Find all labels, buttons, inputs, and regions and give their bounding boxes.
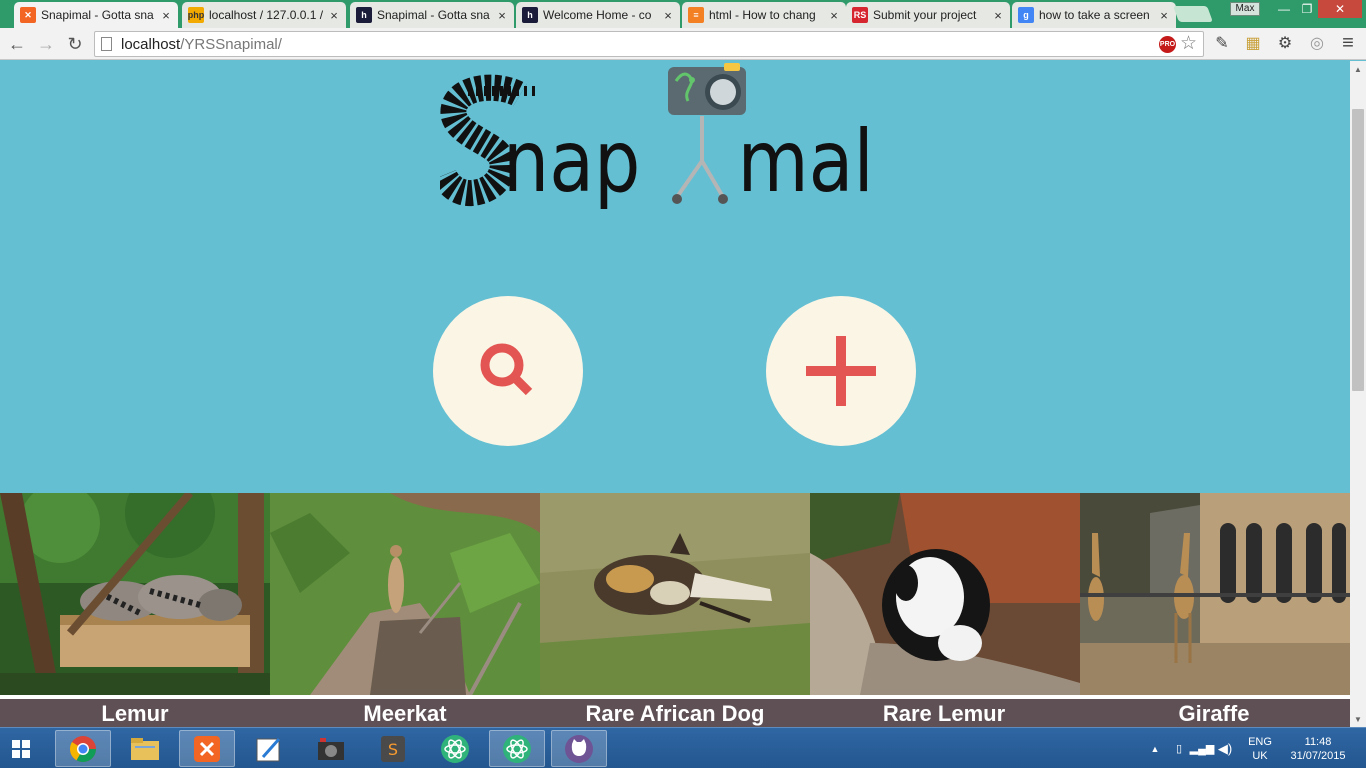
plus-icon bbox=[806, 336, 876, 406]
caption-giraffe[interactable]: Giraffe bbox=[1079, 699, 1349, 727]
close-icon[interactable]: × bbox=[828, 8, 840, 23]
tab-title: html - How to chang bbox=[709, 8, 816, 22]
github-icon[interactable] bbox=[551, 730, 607, 767]
network-icon[interactable]: ▂▄▆ bbox=[1190, 728, 1215, 768]
file-explorer-icon[interactable] bbox=[117, 730, 173, 767]
tab-welcome-home[interactable]: h Welcome Home - co × bbox=[516, 2, 680, 28]
ruler-icon[interactable]: ▦ bbox=[1243, 33, 1263, 53]
logo-text-nap: nap bbox=[503, 111, 641, 211]
caption-lemur[interactable]: Lemur bbox=[0, 699, 270, 727]
african-dog-photo[interactable] bbox=[540, 493, 810, 695]
tab-submit-project[interactable]: RS Submit your project × bbox=[846, 2, 1010, 28]
battery-icon[interactable]: ▯ bbox=[1168, 728, 1190, 768]
atom-icon[interactable] bbox=[427, 730, 483, 767]
tab-title: localhost / 127.0.0.1 / bbox=[209, 8, 324, 22]
tab-title: Welcome Home - co bbox=[543, 8, 652, 22]
animal-gallery bbox=[0, 493, 1350, 695]
tab-title: Snapimal - Gotta sna bbox=[41, 8, 154, 22]
clock[interactable]: 11:48 31/07/2015 bbox=[1282, 728, 1354, 768]
url-text: localhost/YRSSnapimal/ bbox=[121, 36, 282, 53]
chrome-icon[interactable] bbox=[55, 730, 111, 767]
giraffe-photo[interactable] bbox=[1080, 493, 1350, 695]
close-icon[interactable]: × bbox=[496, 8, 508, 23]
svg-text:S: S bbox=[388, 740, 398, 759]
add-button[interactable] bbox=[766, 296, 916, 446]
page-viewport: nap mal Lemur Meerkat Rare African Dog R… bbox=[0, 61, 1350, 727]
back-icon[interactable]: ← bbox=[5, 32, 29, 56]
lemur-photo[interactable] bbox=[0, 493, 270, 695]
settings-icon[interactable]: ⚙ bbox=[1275, 33, 1295, 53]
tab-snapimal[interactable]: h Snapimal - Gotta sna × bbox=[350, 2, 514, 28]
scroll-thumb[interactable] bbox=[1352, 109, 1364, 391]
scroll-up-icon[interactable]: ▲ bbox=[1350, 61, 1366, 77]
start-icon[interactable] bbox=[10, 738, 32, 760]
reload-icon[interactable]: ↻ bbox=[63, 32, 87, 56]
language-indicator[interactable]: ENG UK bbox=[1244, 728, 1276, 768]
rare-lemur-photo[interactable] bbox=[810, 493, 1080, 695]
caption-rare-lemur[interactable]: Rare Lemur bbox=[809, 699, 1079, 727]
pro-extension-icon[interactable]: PRO bbox=[1159, 36, 1176, 53]
atom-icon[interactable] bbox=[489, 730, 545, 767]
tab-phpmyadmin[interactable]: php localhost / 127.0.0.1 / × bbox=[182, 2, 346, 28]
tab-title: Submit your project bbox=[873, 8, 977, 22]
tray-expand-icon[interactable]: ▲ bbox=[1148, 728, 1162, 768]
caption-african-dog[interactable]: Rare African Dog bbox=[540, 699, 810, 727]
phpmyadmin-icon: php bbox=[188, 7, 204, 23]
close-icon[interactable]: × bbox=[662, 8, 674, 23]
close-icon[interactable]: × bbox=[328, 8, 340, 23]
search-icon bbox=[480, 343, 533, 396]
close-window-icon[interactable]: ✕ bbox=[1318, 0, 1362, 18]
h-icon: h bbox=[356, 7, 372, 23]
tab-google-search[interactable]: g how to take a screen × bbox=[1012, 2, 1176, 28]
xampp-icon[interactable] bbox=[179, 730, 235, 767]
extension-icon[interactable]: ◎ bbox=[1307, 33, 1327, 53]
tab-snapimal-active[interactable]: ✕ Snapimal - Gotta sna × bbox=[14, 2, 178, 28]
new-tab-button[interactable] bbox=[1173, 6, 1213, 22]
forward-icon[interactable]: → bbox=[34, 32, 58, 56]
address-bar[interactable]: localhost/YRSSnapimal/ PRO ☆ bbox=[94, 31, 1204, 57]
menu-icon[interactable]: ≡ bbox=[1338, 32, 1358, 54]
caption-meerkat[interactable]: Meerkat bbox=[270, 699, 540, 727]
close-icon[interactable]: × bbox=[992, 8, 1004, 23]
profile-button[interactable]: Max bbox=[1230, 2, 1260, 16]
page-icon bbox=[101, 37, 112, 51]
page-scrollbar[interactable]: ▲ ▼ bbox=[1350, 61, 1366, 727]
pen-icon[interactable] bbox=[241, 730, 297, 767]
tab-stackoverflow[interactable]: ≡ html - How to chang × bbox=[682, 2, 846, 28]
eyedropper-icon[interactable]: ✎ bbox=[1212, 33, 1232, 53]
volume-icon[interactable]: ◀) bbox=[1214, 728, 1236, 768]
scroll-down-icon[interactable]: ▼ bbox=[1350, 711, 1366, 727]
xampp-icon: ✕ bbox=[20, 7, 36, 23]
windows-taskbar: S ▲ ▯ ▂▄▆ ◀) ENG UK 11:48 31/07/2015 bbox=[0, 727, 1366, 768]
sublime-text-icon[interactable]: S bbox=[365, 730, 421, 767]
meerkat-photo[interactable] bbox=[270, 493, 540, 695]
search-button[interactable] bbox=[433, 296, 583, 446]
browser-toolbar: ← → ↻ localhost/YRSSnapimal/ PRO ☆ ✎ ▦ ⚙… bbox=[0, 28, 1366, 60]
bookmark-star-icon[interactable]: ☆ bbox=[1180, 32, 1197, 55]
stackoverflow-icon: ≡ bbox=[688, 7, 704, 23]
video-icon[interactable] bbox=[303, 730, 359, 767]
browser-tab-strip: ✕ Snapimal - Gotta sna × php localhost /… bbox=[0, 0, 1366, 28]
logo-text-mal: mal bbox=[738, 111, 874, 211]
h-icon: h bbox=[522, 7, 538, 23]
rs-icon: RS bbox=[852, 7, 868, 23]
tab-title: how to take a screen bbox=[1039, 8, 1150, 22]
tab-title: Snapimal - Gotta sna bbox=[377, 8, 490, 22]
close-icon[interactable]: × bbox=[160, 8, 172, 23]
camera-icon bbox=[668, 63, 746, 204]
close-icon[interactable]: × bbox=[1158, 8, 1170, 23]
restore-icon[interactable]: ❐ bbox=[1293, 0, 1321, 18]
snapimal-logo: nap mal bbox=[440, 63, 874, 211]
google-icon: g bbox=[1018, 7, 1034, 23]
caption-bar: Lemur Meerkat Rare African Dog Rare Lemu… bbox=[0, 699, 1350, 727]
